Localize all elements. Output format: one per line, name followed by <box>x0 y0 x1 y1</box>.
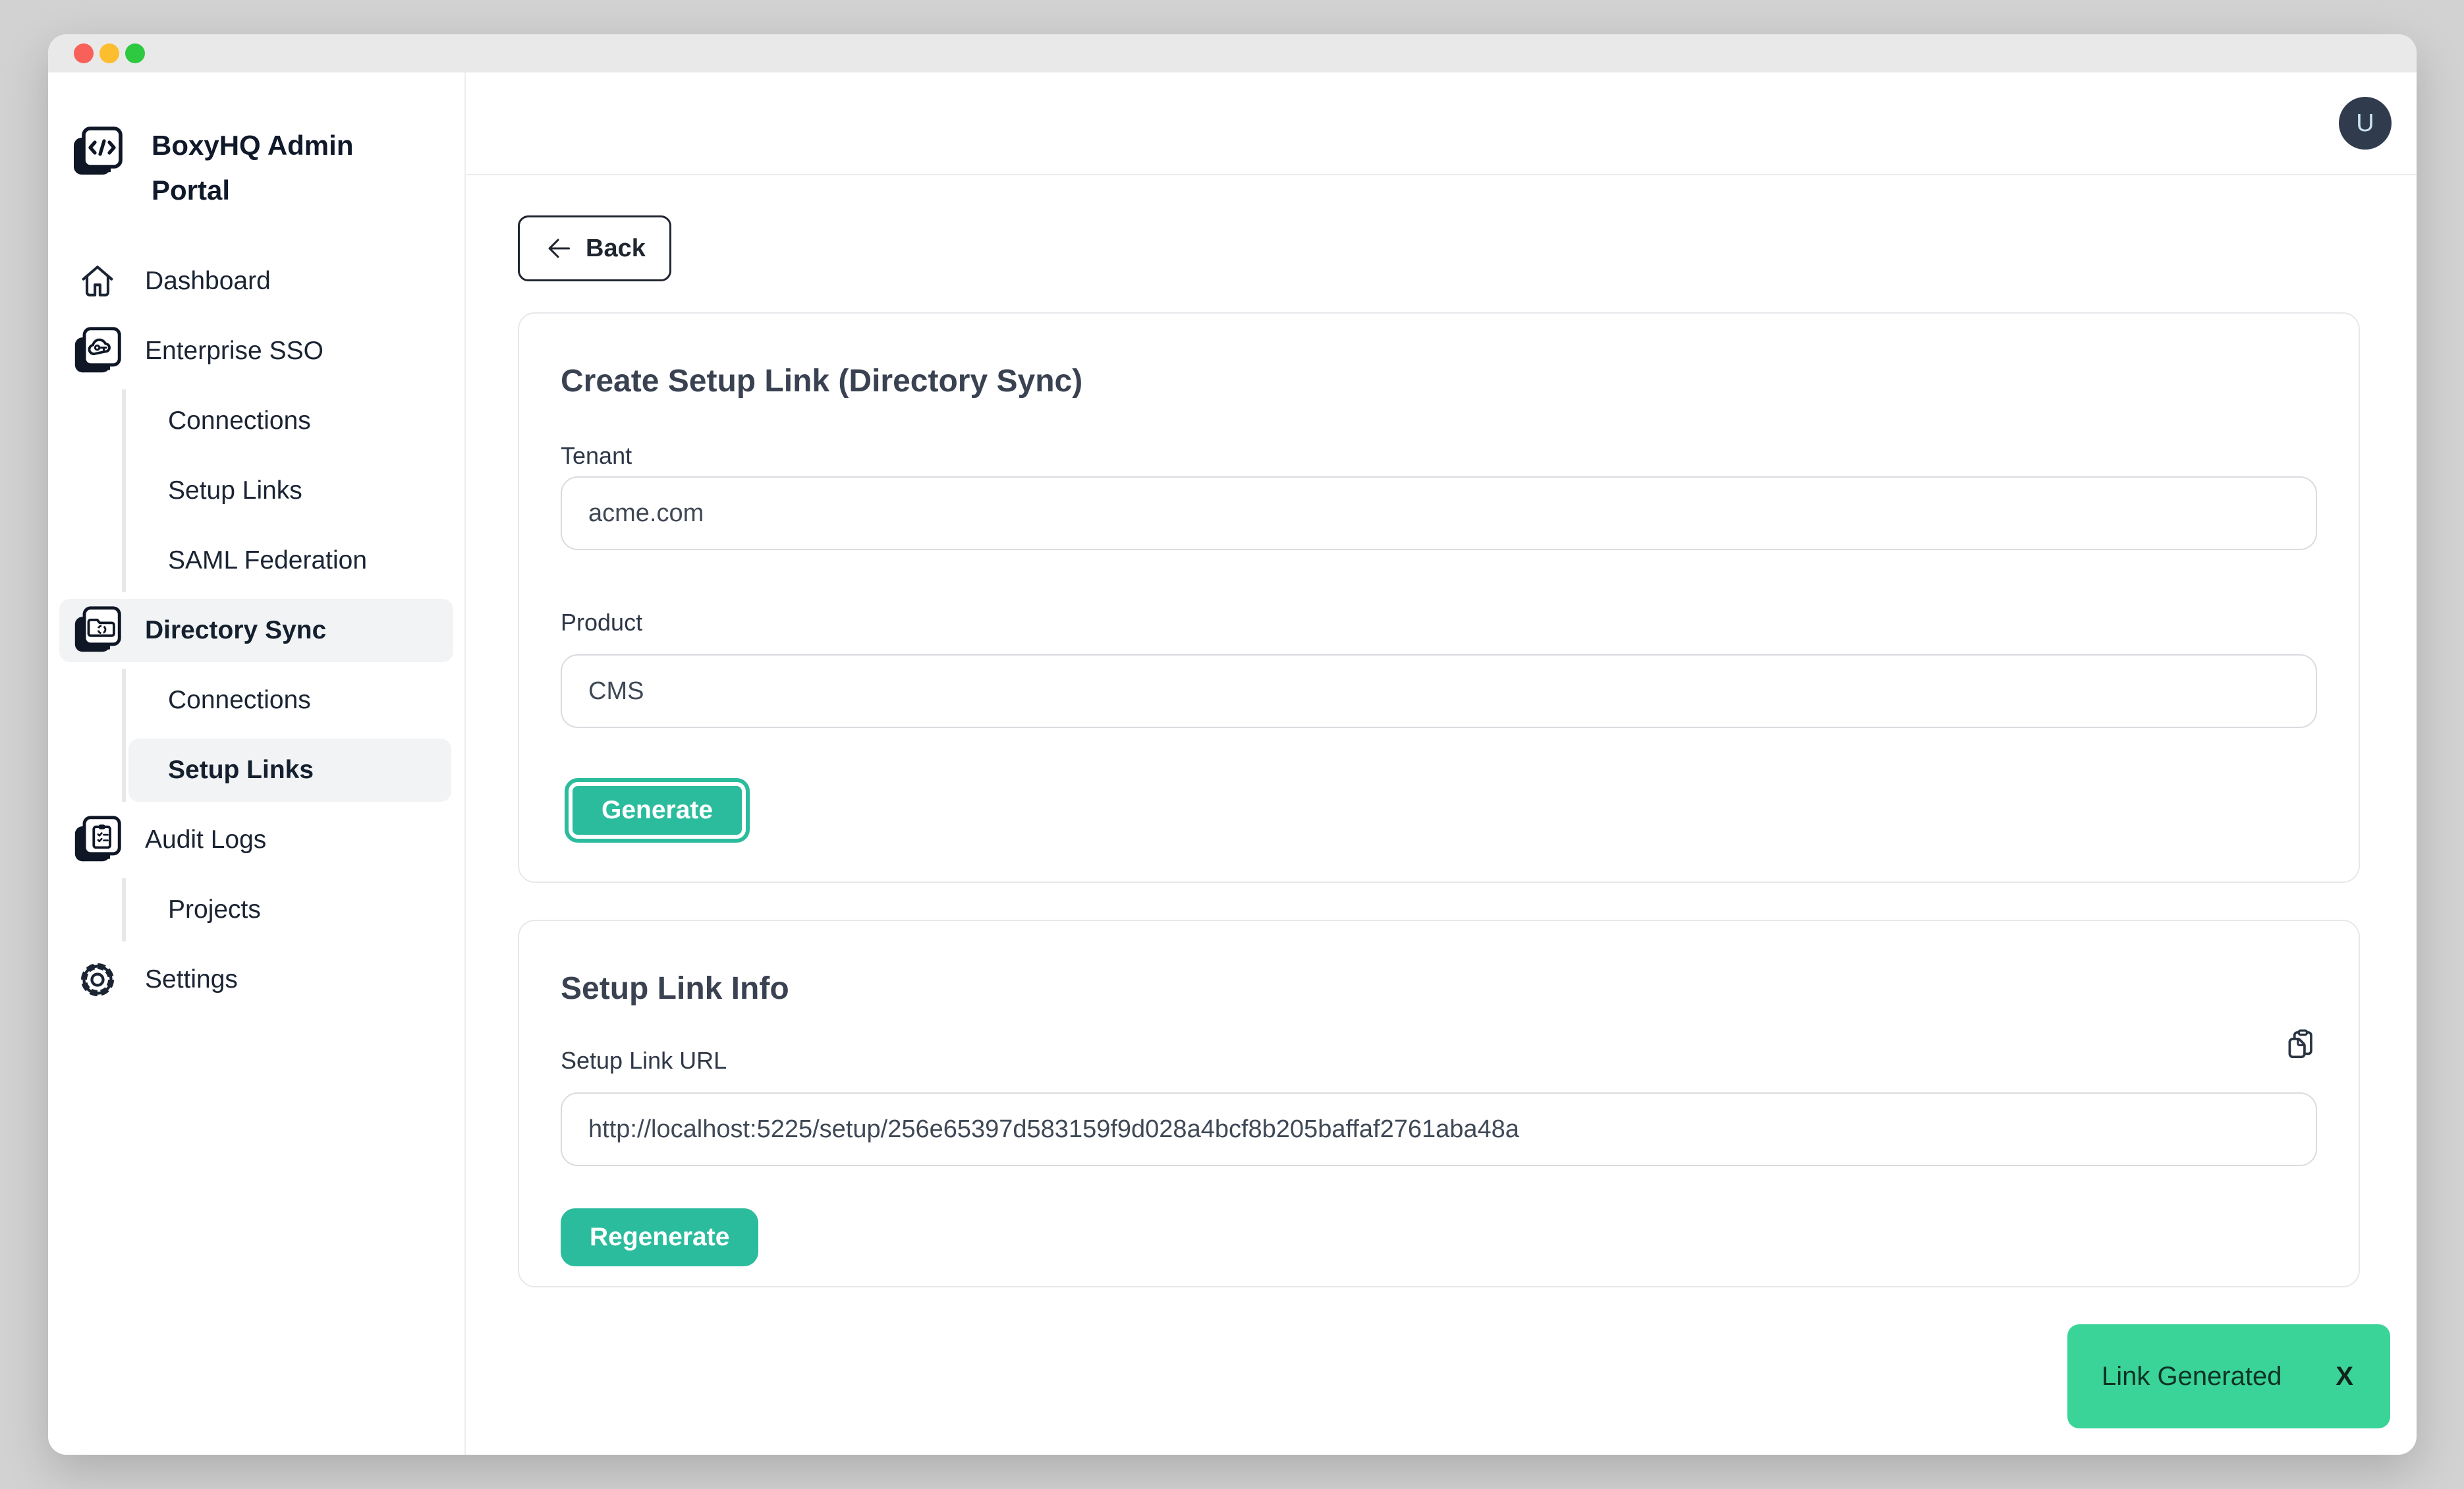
sidebar-subitem-dsync-setup-links[interactable]: Setup Links <box>128 739 451 802</box>
generate-button[interactable]: Generate <box>569 782 746 839</box>
create-card-title: Create Setup Link (Directory Sync) <box>561 362 2317 401</box>
audit-logs-subnav: Projects <box>122 878 451 941</box>
sidebar-subitem-label: Connections <box>168 686 311 715</box>
setup-link-info-card: Setup Link Info Setup Link URL <box>518 920 2360 1287</box>
gear-icon <box>71 952 124 1007</box>
window-body: BoxyHQ Admin Portal Dashboard <box>48 72 2417 1455</box>
sidebar-subitem-dsync-connections[interactable]: Connections <box>128 669 451 732</box>
setup-link-url-input[interactable] <box>561 1092 2317 1166</box>
brand[interactable]: BoxyHQ Admin Portal <box>48 123 464 213</box>
clipboard-copy-icon <box>2283 1028 2317 1062</box>
sidebar-item-label: Directory Sync <box>145 616 326 645</box>
directory-sync-keycap-icon <box>71 603 124 658</box>
sidebar-subitem-sso-setup-links[interactable]: Setup Links <box>128 459 451 522</box>
boxyhq-keycap-logo-icon <box>71 125 124 180</box>
sidebar-item-directory-sync[interactable]: Directory Sync <box>59 599 453 662</box>
tenant-input[interactable] <box>561 476 2317 550</box>
brand-title: BoxyHQ Admin Portal <box>152 123 389 213</box>
back-button-label: Back <box>586 235 646 263</box>
generate-button-wrap: Generate <box>561 774 2317 839</box>
sidebar-subitem-saml-federation[interactable]: SAML Federation <box>128 529 451 592</box>
close-window-button[interactable] <box>74 43 94 63</box>
copy-to-clipboard-button[interactable] <box>2283 1028 2317 1064</box>
home-icon <box>71 254 124 309</box>
toast-message: Link Generated <box>2102 1362 2282 1391</box>
minimize-window-button[interactable] <box>99 43 119 63</box>
top-header: U <box>466 72 2417 175</box>
audit-logs-keycap-icon <box>71 812 124 868</box>
sidebar-subitem-label: SAML Federation <box>168 546 367 575</box>
zoom-window-button[interactable] <box>125 43 145 63</box>
main-content: Back Create Setup Link (Directory Sync) … <box>466 175 2417 1455</box>
content-column: U Back Create Setup Link (Directory Sync… <box>466 72 2417 1455</box>
sidebar-subitem-label: Setup Links <box>168 476 302 505</box>
sidebar-item-dashboard[interactable]: Dashboard <box>59 250 453 313</box>
setup-link-url-row: Setup Link URL <box>561 1046 2317 1075</box>
sidebar-item-enterprise-sso[interactable]: Enterprise SSO <box>59 320 453 383</box>
sidebar-subitem-projects[interactable]: Projects <box>128 878 451 941</box>
sidebar-item-audit-logs[interactable]: Audit Logs <box>59 808 453 872</box>
create-setup-link-card: Create Setup Link (Directory Sync) Tenan… <box>518 312 2360 883</box>
directory-sync-subnav: Connections Setup Links <box>122 669 451 802</box>
info-card-title: Setup Link Info <box>561 970 2317 1008</box>
product-input[interactable] <box>561 654 2317 728</box>
enterprise-sso-subnav: Connections Setup Links SAML Federation <box>122 389 451 592</box>
sidebar-subitem-label: Connections <box>168 407 311 435</box>
window-controls <box>74 43 145 63</box>
back-button[interactable]: Back <box>518 215 671 281</box>
link-generated-toast: Link Generated X <box>2067 1324 2390 1428</box>
user-avatar[interactable]: U <box>2339 97 2392 150</box>
sidebar-item-label: Dashboard <box>145 267 271 296</box>
avatar-initial: U <box>2356 109 2374 138</box>
sso-keycap-icon <box>71 323 124 379</box>
regenerate-button[interactable]: Regenerate <box>561 1208 758 1266</box>
setup-link-url-label: Setup Link URL <box>561 1046 727 1075</box>
tenant-label: Tenant <box>561 441 2317 470</box>
app-window: BoxyHQ Admin Portal Dashboard <box>48 34 2417 1455</box>
sidebar-nav: Dashboard Enterprise SSO <box>48 250 464 1011</box>
sidebar-item-label: Settings <box>145 965 238 994</box>
sidebar-subitem-label: Setup Links <box>168 756 314 785</box>
product-label: Product <box>561 608 2317 637</box>
sidebar-subitem-sso-connections[interactable]: Connections <box>128 389 451 453</box>
sidebar-subitem-label: Projects <box>168 895 261 924</box>
toast-close-button[interactable]: X <box>2336 1362 2353 1391</box>
window-titlebar <box>48 34 2417 72</box>
sidebar-item-label: Enterprise SSO <box>145 337 323 366</box>
generate-button-label: Generate <box>602 796 713 825</box>
regenerate-button-label: Regenerate <box>590 1223 729 1252</box>
arrow-left-icon <box>544 234 573 263</box>
sidebar: BoxyHQ Admin Portal Dashboard <box>48 72 466 1455</box>
sidebar-item-label: Audit Logs <box>145 826 266 855</box>
sidebar-item-settings[interactable]: Settings <box>59 948 453 1011</box>
